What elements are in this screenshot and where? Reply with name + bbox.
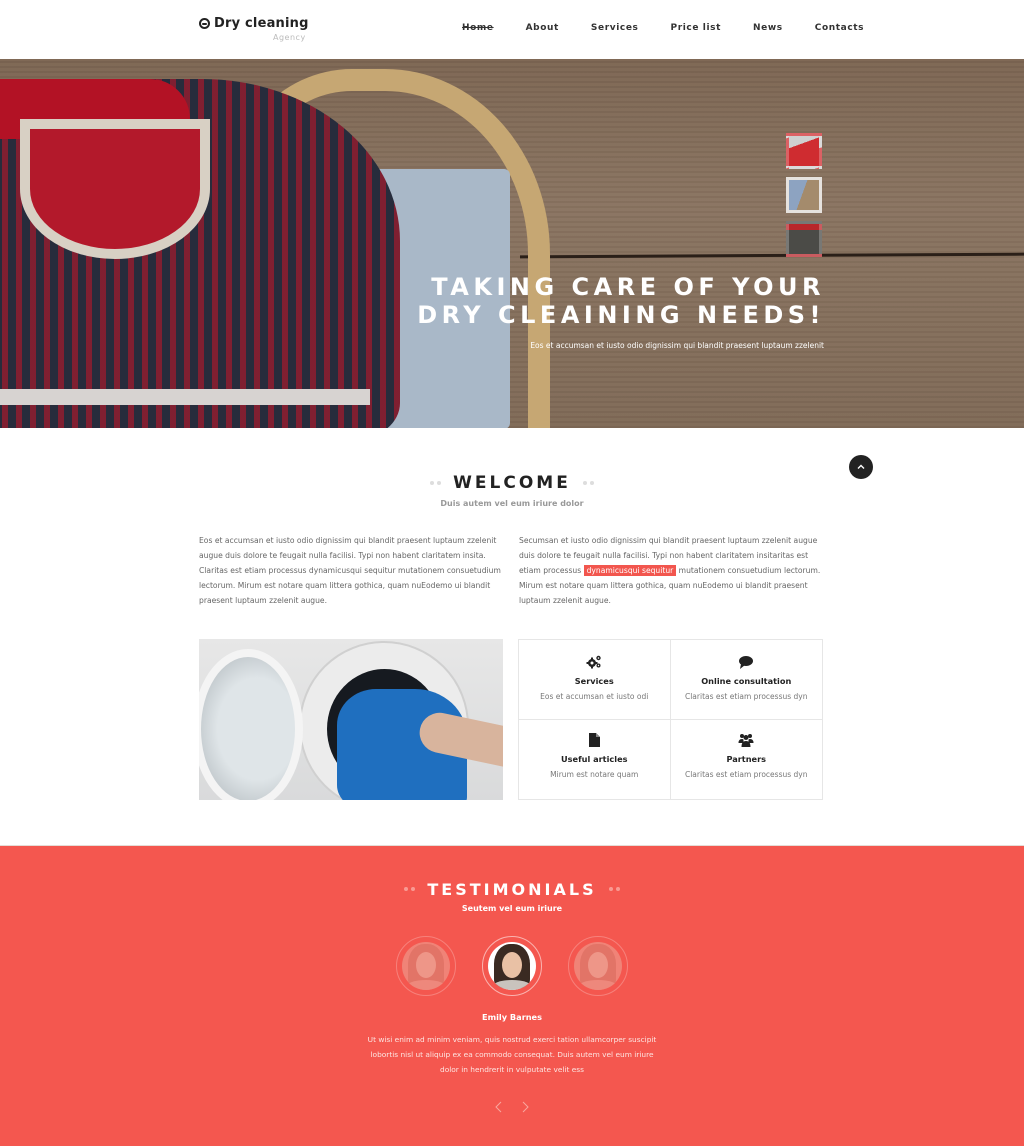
feature-text: Mirum est notare quam — [550, 769, 639, 779]
decor-dots-right — [608, 887, 620, 891]
nav-news[interactable]: News — [753, 23, 783, 33]
decor-dots-left — [430, 481, 442, 485]
feature-text: Eos et accumsan et iusto odi — [540, 692, 649, 701]
feature-text: Claritas est etiam processus dyn — [684, 769, 808, 779]
testimonial-prev-button[interactable] — [492, 1099, 506, 1113]
logo[interactable]: Dry cleaning Agency — [199, 16, 309, 42]
slider-thumb-red-shirt[interactable] — [786, 133, 822, 169]
feature-services[interactable]: Services Eos et accumsan et iusto odi — [519, 640, 671, 720]
logo-subtitle: Agency — [273, 33, 306, 42]
decor-dots-left — [404, 887, 416, 891]
testimonials-title: TESTIMONIALS — [427, 879, 597, 899]
testimonial-avatar-emily[interactable] — [482, 936, 542, 996]
nav-contacts[interactable]: Contacts — [815, 23, 864, 33]
hero-title: TAKING CARE OF YOUR DRY CLEAINING NEEDS! — [417, 273, 825, 329]
wood-plank-gap — [519, 252, 1024, 259]
testimonial-quote: Ut wisi enim ad minim veniam, quis nostr… — [367, 1035, 657, 1074]
highlight-text: dynamicusqui sequitur — [583, 565, 677, 576]
feature-title: Online consultation — [701, 676, 792, 686]
gears-icon — [586, 655, 601, 669]
avatar — [402, 942, 450, 990]
slider-thumb-sweater[interactable] — [786, 177, 822, 213]
testimonial-author: Emily Barnes — [482, 1012, 542, 1022]
document-icon — [589, 732, 601, 747]
welcome-title: WELCOME — [453, 473, 571, 493]
features-grid: Services Eos et accumsan et iusto odi On… — [518, 639, 823, 800]
welcome-subtitle: Duis autem vel eum iriure dolor — [440, 499, 584, 508]
slider-thumb-laundromat[interactable] — [786, 221, 822, 257]
chevron-left-icon — [495, 1101, 502, 1113]
speech-bubble-icon — [739, 656, 754, 669]
site-header: Dry cleaning Agency Home About Services … — [0, 0, 1024, 59]
feature-title: Useful articles — [561, 753, 628, 764]
washing-machine-image — [199, 639, 503, 800]
avatar — [488, 942, 536, 990]
slider-thumbnails — [786, 133, 822, 257]
group-icon — [738, 733, 754, 747]
feature-title: Partners — [726, 753, 767, 764]
feature-useful-articles[interactable]: Useful articles Mirum est notare quam — [519, 719, 671, 799]
feature-partners[interactable]: Partners Claritas est etiam processus dy… — [671, 720, 823, 800]
welcome-heading: WELCOME Duis autem vel eum iriure dolor — [0, 470, 1024, 508]
testimonials-subtitle: Seutem vel eum iriure — [461, 903, 563, 913]
welcome-columns: Eos et accumsan et iusto odio dignissim … — [199, 533, 824, 608]
logo-title: Dry cleaning — [214, 16, 309, 31]
testimonial-avatars — [0, 936, 1024, 996]
testimonial-avatar-3[interactable] — [568, 936, 628, 996]
testimonials-heading: TESTIMONIALS Seutem vel eum iriure — [0, 876, 1024, 913]
hero-subtitle: Eos et accumsan et iusto odio dignissim … — [530, 341, 824, 350]
nav-about[interactable]: About — [526, 23, 559, 33]
logo-icon — [199, 18, 210, 29]
chevron-right-icon — [522, 1101, 529, 1113]
testimonials-section: TESTIMONIALS Seutem vel eum iriure Emily… — [0, 845, 1024, 1146]
feature-online-consultation[interactable]: Online consultation Claritas est etiam p… — [670, 640, 822, 720]
testimonial-next-button[interactable] — [518, 1099, 532, 1113]
decor-dots-right — [582, 481, 594, 485]
hero-slider: TAKING CARE OF YOUR DRY CLEAINING NEEDS!… — [0, 59, 1024, 428]
feature-title: Services — [574, 676, 614, 686]
nav-home[interactable]: Home — [462, 23, 494, 33]
nav-services[interactable]: Services — [591, 23, 639, 33]
testimonial-avatar-1[interactable] — [396, 936, 456, 996]
nav-price-list[interactable]: Price list — [671, 23, 722, 33]
avatar — [574, 942, 622, 990]
testimonial-nav — [0, 1099, 1024, 1113]
welcome-text-right: Secumsan et iusto odio dignissim qui bla… — [519, 536, 821, 605]
sweater-image — [0, 79, 400, 428]
main-nav: Home About Services Price list News Cont… — [462, 23, 864, 33]
feature-text: Claritas est etiam processus dyn — [684, 692, 808, 701]
welcome-text-left: Eos et accumsan et iusto odio dignissim … — [199, 536, 501, 605]
